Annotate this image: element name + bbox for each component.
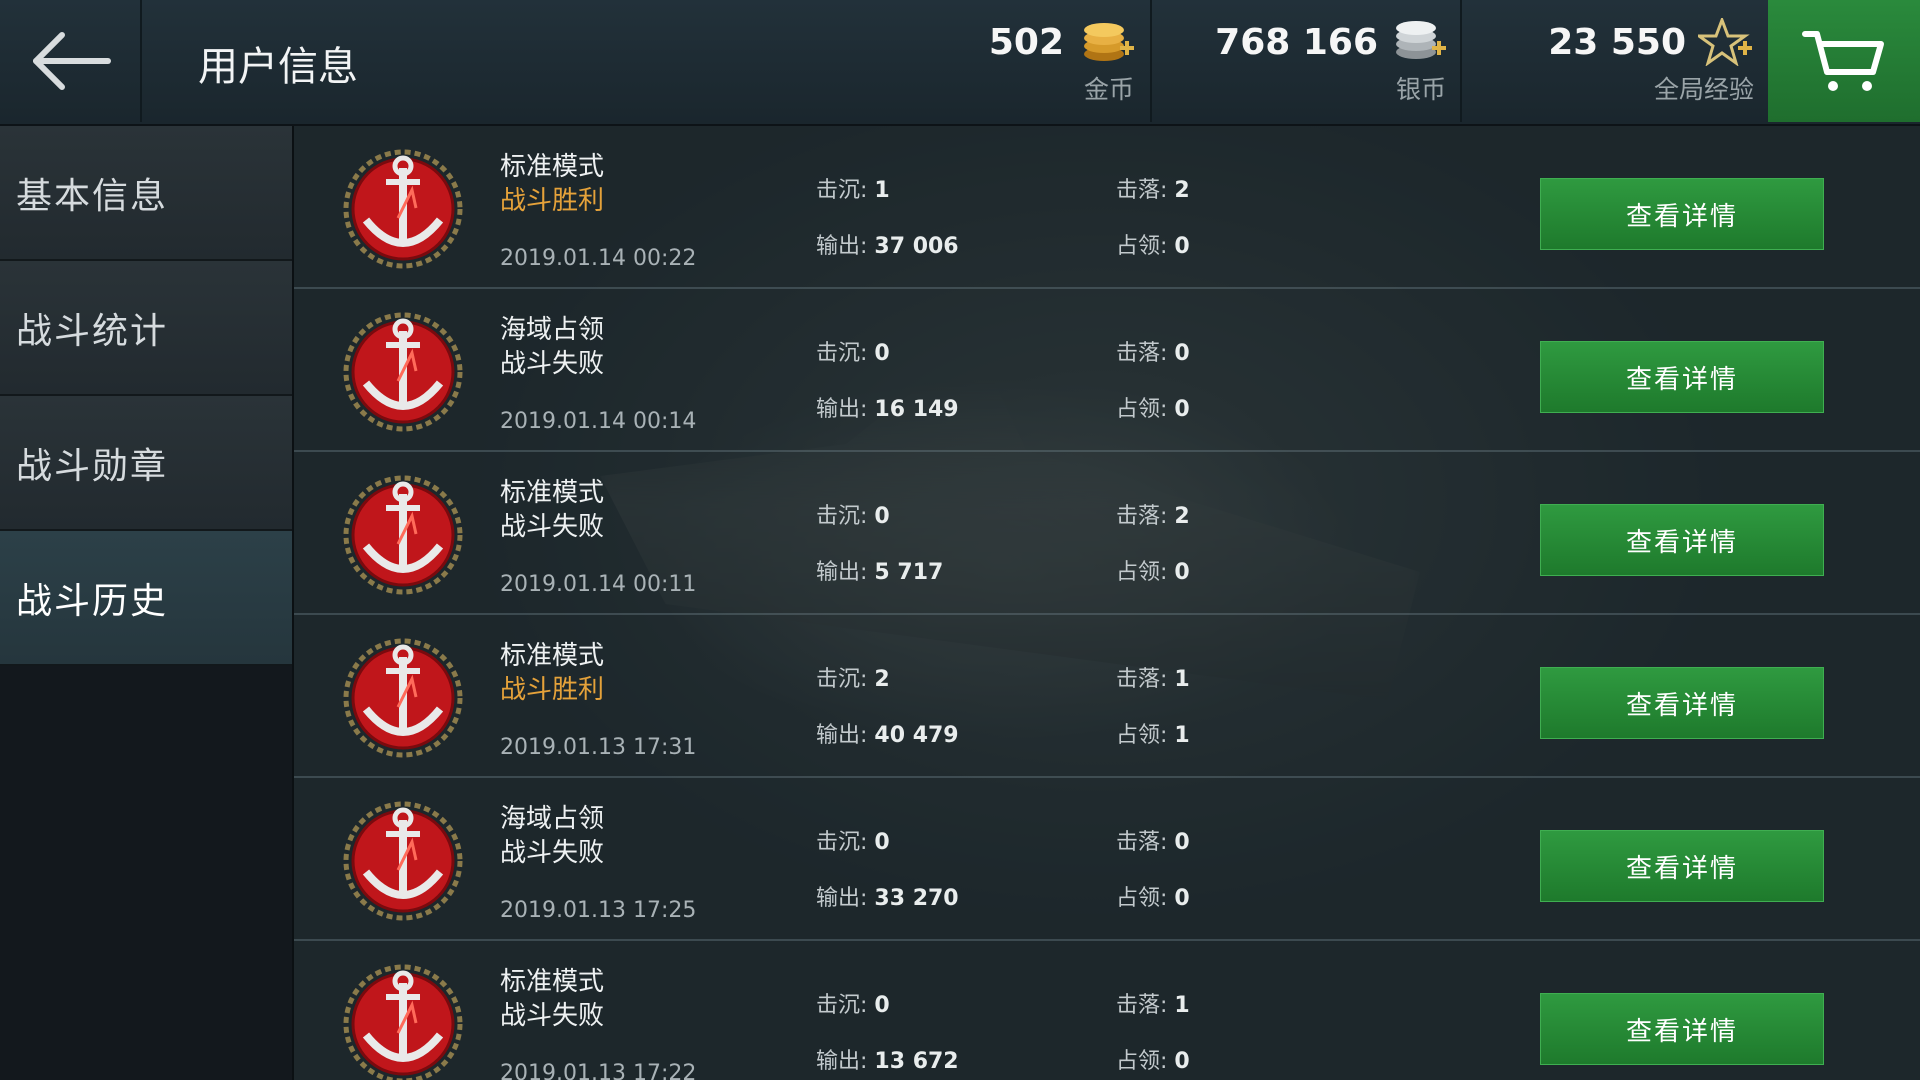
capture-stat: 占领: 0 bbox=[1116, 234, 1190, 259]
shotdown-stat: 击落: 0 bbox=[1116, 341, 1190, 366]
battle-row: 海域占领 战斗失败 2019.01.13 17:25 击沉: 0 输出: 33 … bbox=[294, 778, 1920, 941]
capture-stat: 占领: 0 bbox=[1116, 560, 1190, 585]
exp-value: 23 550 bbox=[1548, 22, 1686, 63]
sidebar-item-battle-medals[interactable]: 战斗勋章 bbox=[0, 396, 292, 531]
battle-mode: 标准模式 bbox=[500, 641, 605, 671]
view-details-button[interactable]: 查看详情 bbox=[1540, 993, 1824, 1065]
view-details-button[interactable]: 查看详情 bbox=[1540, 178, 1824, 250]
battle-result: 战斗失败 bbox=[500, 838, 605, 868]
sunk-stat: 击沉: 1 bbox=[816, 178, 890, 203]
battle-result: 战斗失败 bbox=[500, 1001, 605, 1031]
view-details-button[interactable]: 查看详情 bbox=[1540, 830, 1824, 902]
sunk-stat: 击沉: 0 bbox=[816, 341, 890, 366]
battle-row: 标准模式 战斗失败 2019.01.13 17:22 击沉: 0 输出: 13 … bbox=[294, 941, 1920, 1080]
exp-balance[interactable]: 23 550 全局经验 bbox=[1460, 0, 1768, 122]
capture-stat: 占领: 0 bbox=[1116, 886, 1190, 911]
view-details-button[interactable]: 查看详情 bbox=[1540, 667, 1824, 739]
capture-stat: 占领: 0 bbox=[1116, 1049, 1190, 1074]
damage-stat: 输出: 16 149 bbox=[816, 397, 959, 422]
sidebar-item-battle-stats[interactable]: 战斗统计 bbox=[0, 261, 292, 396]
sunk-stat: 击沉: 0 bbox=[816, 830, 890, 855]
damage-stat: 输出: 40 479 bbox=[816, 723, 959, 748]
gold-coins-icon bbox=[1084, 23, 1134, 61]
page-title: 用户信息 bbox=[198, 44, 358, 90]
battle-row: 标准模式 战斗胜利 2019.01.14 00:22 击沉: 1 输出: 37 … bbox=[294, 126, 1920, 289]
battle-mode: 标准模式 bbox=[500, 478, 605, 508]
battle-result: 战斗失败 bbox=[500, 349, 605, 379]
anchor-medal-icon bbox=[343, 638, 463, 758]
anchor-medal-icon bbox=[343, 964, 463, 1080]
sidebar-item-battle-history[interactable]: 战斗历史 bbox=[0, 531, 292, 666]
battle-row: 标准模式 战斗失败 2019.01.14 00:11 击沉: 0 输出: 5 7… bbox=[294, 452, 1920, 615]
sunk-stat: 击沉: 0 bbox=[816, 504, 890, 529]
gold-balance[interactable]: 502 金币 bbox=[882, 0, 1148, 122]
gold-value: 502 bbox=[988, 22, 1064, 63]
battle-time: 2019.01.13 17:25 bbox=[500, 898, 697, 923]
battle-result: 战斗胜利 bbox=[500, 186, 605, 216]
capture-stat: 占领: 1 bbox=[1116, 723, 1190, 748]
top-bar: 用户信息 502 金币 768 166 银币 23 550 全局经验 bbox=[0, 0, 1920, 126]
shotdown-stat: 击落: 1 bbox=[1116, 993, 1190, 1018]
damage-stat: 输出: 37 006 bbox=[816, 234, 959, 259]
shop-cart-button[interactable] bbox=[1768, 0, 1920, 122]
battle-mode: 海域占领 bbox=[500, 315, 605, 345]
battle-time: 2019.01.13 17:31 bbox=[500, 735, 697, 760]
anchor-medal-icon bbox=[343, 475, 463, 595]
battle-time: 2019.01.14 00:11 bbox=[500, 572, 697, 597]
star-exp-icon bbox=[1698, 18, 1752, 66]
silver-coins-icon bbox=[1396, 21, 1446, 59]
exp-label: 全局经验 bbox=[1653, 75, 1754, 104]
silver-value: 768 166 bbox=[1215, 22, 1378, 63]
silver-balance[interactable]: 768 166 银币 bbox=[1150, 0, 1460, 122]
silver-label: 银币 bbox=[1395, 75, 1446, 104]
back-arrow-icon bbox=[33, 32, 111, 90]
sunk-stat: 击沉: 0 bbox=[816, 993, 890, 1018]
battle-result: 战斗失败 bbox=[500, 512, 605, 542]
sidebar-item-label: 战斗统计 bbox=[16, 310, 169, 352]
battle-time: 2019.01.13 17:22 bbox=[500, 1061, 697, 1080]
cart-icon bbox=[1802, 31, 1884, 91]
capture-stat: 占领: 0 bbox=[1116, 397, 1190, 422]
battle-mode: 标准模式 bbox=[500, 152, 605, 182]
sidebar-item-basic-info[interactable]: 基本信息 bbox=[0, 126, 292, 261]
battle-time: 2019.01.14 00:14 bbox=[500, 409, 697, 434]
sidebar-item-label: 战斗勋章 bbox=[16, 445, 169, 487]
anchor-medal-icon bbox=[343, 149, 463, 269]
battle-mode: 标准模式 bbox=[500, 967, 605, 997]
anchor-medal-icon bbox=[343, 801, 463, 921]
damage-stat: 输出: 13 672 bbox=[816, 1049, 959, 1074]
battle-row: 海域占领 战斗失败 2019.01.14 00:14 击沉: 0 输出: 16 … bbox=[294, 289, 1920, 452]
shotdown-stat: 击落: 0 bbox=[1116, 830, 1190, 855]
sidebar: 基本信息 战斗统计 战斗勋章 战斗历史 bbox=[0, 126, 294, 1080]
anchor-medal-icon bbox=[343, 312, 463, 432]
shotdown-stat: 击落: 2 bbox=[1116, 504, 1190, 529]
battle-result: 战斗胜利 bbox=[500, 675, 605, 705]
battle-time: 2019.01.14 00:22 bbox=[500, 246, 697, 271]
sunk-stat: 击沉: 2 bbox=[816, 667, 890, 692]
sidebar-item-label: 基本信息 bbox=[16, 175, 169, 217]
battle-history-list[interactable]: 标准模式 战斗胜利 2019.01.14 00:22 击沉: 1 输出: 37 … bbox=[294, 126, 1920, 1080]
shotdown-stat: 击落: 1 bbox=[1116, 667, 1190, 692]
gold-label: 金币 bbox=[1083, 75, 1134, 104]
view-details-button[interactable]: 查看详情 bbox=[1540, 341, 1824, 413]
damage-stat: 输出: 33 270 bbox=[816, 886, 959, 911]
view-details-button[interactable]: 查看详情 bbox=[1540, 504, 1824, 576]
damage-stat: 输出: 5 717 bbox=[816, 560, 944, 585]
shotdown-stat: 击落: 2 bbox=[1116, 178, 1190, 203]
battle-row: 标准模式 战斗胜利 2019.01.13 17:31 击沉: 2 输出: 40 … bbox=[294, 615, 1920, 778]
back-button[interactable] bbox=[0, 0, 142, 122]
sidebar-item-label: 战斗历史 bbox=[16, 580, 169, 622]
battle-mode: 海域占领 bbox=[500, 804, 605, 834]
